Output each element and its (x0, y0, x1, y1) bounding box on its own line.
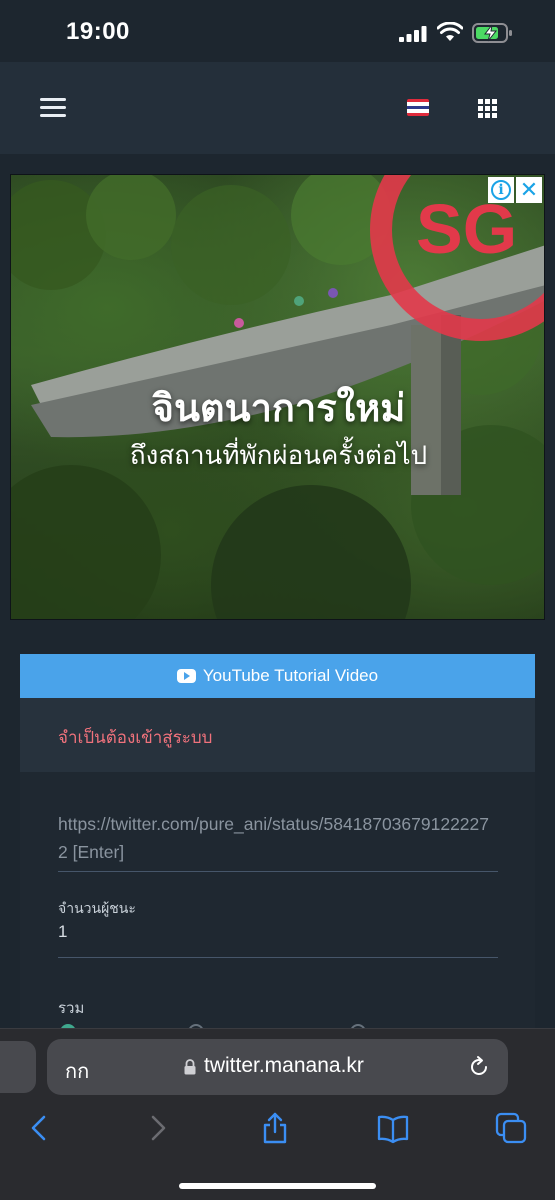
wifi-icon (437, 22, 463, 41)
url-text: twitter.manana.kr (204, 1054, 364, 1077)
apps-grid-icon[interactable] (478, 99, 497, 118)
total-label: รวม (58, 999, 85, 1017)
thai-flag-icon[interactable] (407, 99, 429, 116)
page: 19:00 SG จินตนาการใหม่ ถึงสถานที่พักผ่อน… (0, 0, 555, 1200)
ad-subtitle: ถึงสถานที่พักผ่อนครั้งต่อไป (129, 441, 428, 471)
login-required-text[interactable]: จำเป็นต้องเข้าสู่ระบบ (58, 724, 212, 751)
back-icon[interactable] (22, 1111, 56, 1145)
ad-title: จินตนาการใหม่ (151, 386, 406, 430)
status-time: 19:00 (66, 18, 130, 45)
address-bar[interactable]: กก twitter.manana.kr (47, 1039, 508, 1095)
tweet-url-input[interactable]: https://twitter.com/pure_ani/status/5841… (58, 810, 498, 872)
browser-bottom-bar: กก twitter.manana.kr (0, 1028, 555, 1200)
youtube-tutorial-label: YouTube Tutorial Video (202, 666, 379, 685)
share-icon[interactable] (258, 1111, 292, 1145)
ad-close-icon[interactable]: ✕ (516, 177, 542, 203)
winners-count-input[interactable]: 1 (58, 922, 498, 958)
previous-tab-preview[interactable] (0, 1041, 36, 1093)
youtube-tutorial-button[interactable]: YouTube Tutorial Video (20, 654, 535, 698)
advertisement-banner[interactable]: SG จินตนาการใหม่ ถึงสถานที่พักผ่อนครั้งต… (10, 174, 545, 620)
forward-icon[interactable] (141, 1111, 175, 1145)
form-card: จำเป็นต้องเข้าสู่ระบบ https://twitter.co… (20, 698, 535, 1040)
winners-count-label: จำนวนผู้ชนะ (58, 901, 136, 917)
lock-icon (184, 1059, 196, 1075)
home-indicator[interactable] (179, 1183, 376, 1189)
status-bar: 19:00 (0, 0, 555, 62)
cellular-signal-icon (399, 26, 427, 42)
tabs-icon[interactable] (494, 1111, 528, 1145)
battery-charging-icon (472, 23, 512, 43)
login-required-panel: จำเป็นต้องเข้าสู่ระบบ (20, 698, 535, 772)
browser-toolbar (0, 1111, 555, 1151)
youtube-icon (176, 669, 196, 683)
hamburger-menu-icon[interactable] (40, 98, 66, 118)
page-settings-button[interactable]: กก (65, 1055, 89, 1087)
reload-icon[interactable] (467, 1055, 491, 1079)
ad-info-icon[interactable]: i (488, 177, 514, 203)
bookmarks-icon[interactable] (376, 1111, 410, 1145)
top-navbar (0, 62, 555, 154)
